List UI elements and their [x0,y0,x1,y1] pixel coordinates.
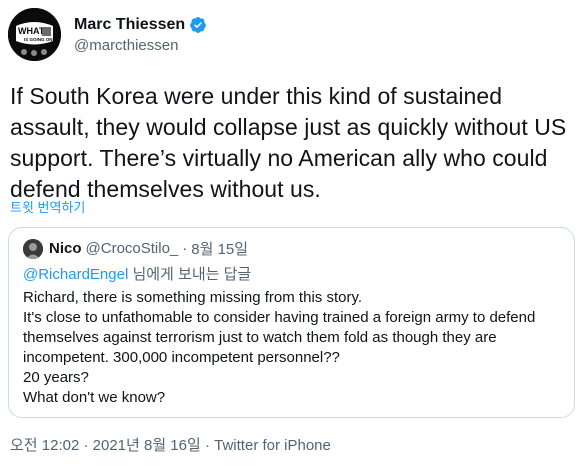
author-handle[interactable]: @marcthiessen [74,37,207,54]
quoted-separator: · [182,240,188,257]
reply-suffix: 님에게 보내는 답글 [128,266,252,283]
avatar-text-line-2: IS GOING ON? [24,37,56,42]
tweet-text: If South Korea were under this kind of s… [10,83,567,202]
tweet-metadata: 오전 12:02 · 2021년 8월 16일 · Twitter for iP… [10,434,331,455]
tweet-source[interactable]: Twitter for iPhone [214,437,331,454]
quoted-text-line: Richard, there is something missing from… [23,289,363,306]
avatar-text-line-1: WHAT [18,26,45,36]
quoted-text-line: It's close to unfathomable to consider h… [23,309,536,326]
tweet-date[interactable]: 2021년 8월 16일 [93,437,201,454]
avatar-image-icon: WHAT IS GOING ON? [8,8,61,61]
quoted-handle[interactable]: @CrocoStilo_ [86,240,179,257]
author-names: Marc Thiessen @marcthiessen [74,16,207,54]
translate-tweet-link[interactable]: 트윗 번역하기 [10,197,85,216]
display-name-row: Marc Thiessen [74,16,207,34]
quoted-text-line: What don't we know? [23,389,166,406]
meta-separator: · [200,437,215,454]
meta-separator: · [79,437,93,454]
quoted-date[interactable]: 8월 15일 [191,238,248,259]
quoted-text-line: themselves against terrorism just to wat… [23,329,497,346]
author-display-name[interactable]: Marc Thiessen [74,16,185,34]
verified-badge-icon [189,16,207,34]
quoted-display-name[interactable]: Nico [49,240,82,257]
quoted-reply-context: @RichardEngel 님에게 보내는 답글 [23,263,251,284]
author-avatar[interactable]: WHAT IS GOING ON? [8,8,61,61]
quoted-avatar-image-icon [23,238,43,259]
quoted-header: Nico @CrocoStilo_ · 8월 15일 [23,238,248,259]
reply-mention-link[interactable]: @RichardEngel [23,266,128,283]
tweet-card: WHAT IS GOING ON? Marc Thiessen @marcthi… [0,0,582,471]
tweet-time[interactable]: 오전 12:02 [10,437,79,454]
tweet-header: WHAT IS GOING ON? Marc Thiessen @marcthi… [8,8,207,64]
quoted-text-line: incompetent. 300,000 incompetent personn… [23,349,340,366]
quoted-tweet[interactable]: Nico @CrocoStilo_ · 8월 15일 @RichardEngel… [8,227,575,418]
quoted-text: Richard, there is something missing from… [23,288,563,408]
quoted-avatar[interactable] [23,238,43,259]
quoted-text-line: 20 years? [23,369,89,386]
